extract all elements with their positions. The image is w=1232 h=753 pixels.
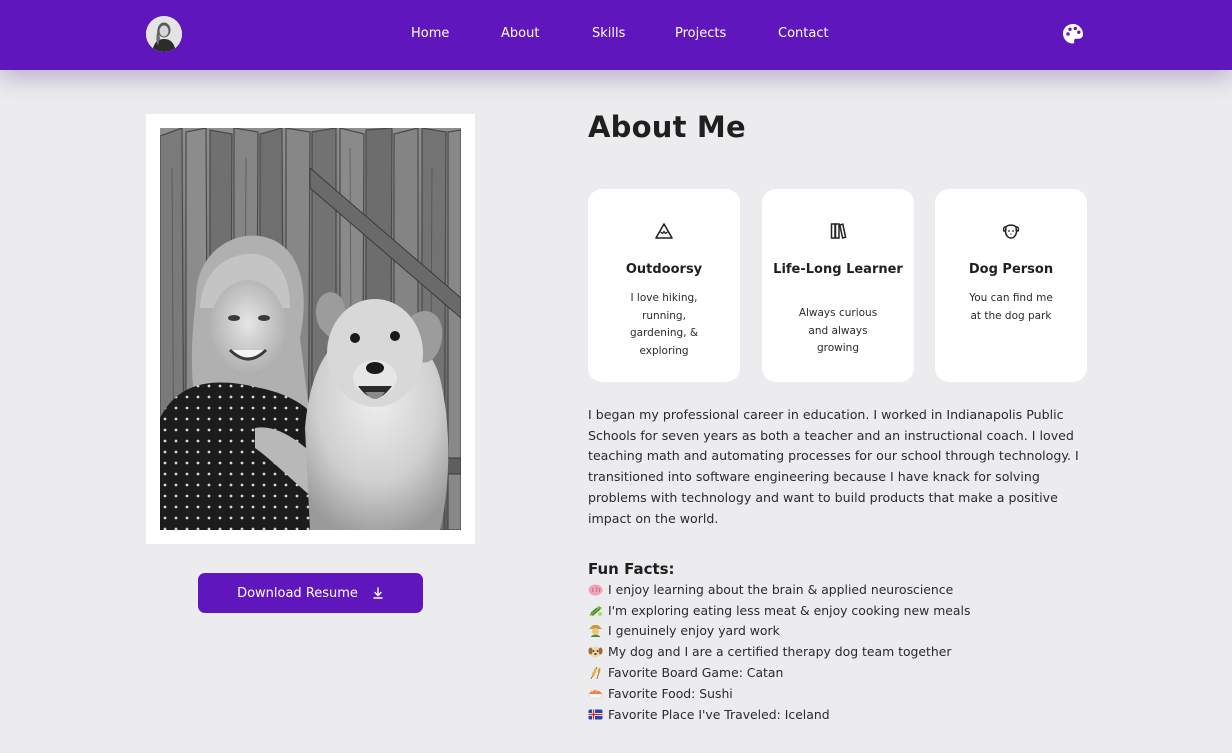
fun-fact-text: I genuinely enjoy yard work <box>608 623 780 639</box>
books-icon <box>830 223 847 239</box>
fun-fact-text: My dog and I are a certified therapy dog… <box>608 644 952 660</box>
fun-fact-item: Favorite Food: Sushi <box>588 683 1108 704</box>
mountain-icon <box>655 223 673 239</box>
dog-person-card: Dog Person You can find me at the dog pa… <box>935 189 1087 382</box>
fun-fact-text: I'm exploring eating less meat & enjoy c… <box>608 602 971 618</box>
card-title: Outdoorsy <box>625 262 703 277</box>
fun-fact-item: Favorite Board Game: Catan <box>588 662 1108 683</box>
fun-fact-item: I genuinely enjoy yard work <box>588 621 1108 642</box>
nav-skills-link[interactable]: Skills <box>592 26 625 41</box>
card-title: Dog Person <box>968 262 1054 277</box>
nav-projects-link[interactable]: Projects <box>675 26 726 41</box>
outdoorsy-card: Outdoorsy I love hiking, running, garden… <box>588 189 740 382</box>
profile-photo <box>160 128 461 530</box>
main-nav: Home About Skills Projects Contact <box>0 0 1232 70</box>
fun-fact-item: I enjoy learning about the brain & appli… <box>588 579 1108 600</box>
download-icon <box>373 587 383 599</box>
sushi-emoji <box>588 687 603 700</box>
brain-emoji <box>588 583 603 596</box>
farmer-emoji <box>588 624 603 638</box>
palette-icon[interactable] <box>1061 22 1085 46</box>
about-title: About Me <box>588 110 746 144</box>
fun-fact-item: Favorite Place I've Traveled: Iceland <box>588 704 1108 725</box>
fun-fact-text: Favorite Place I've Traveled: Iceland <box>608 706 830 722</box>
top-navbar: Home About Skills Projects Contact <box>0 0 1232 70</box>
dog-face-emoji <box>588 645 603 658</box>
fun-fact-text: Favorite Board Game: Catan <box>608 665 784 681</box>
bio-paragraph: I began my professional career in educat… <box>588 407 1079 526</box>
card-title: Life-Long Learner <box>773 262 903 277</box>
card-text: Always curious and always growing <box>798 307 878 354</box>
fun-fact-item: I'm exploring eating less meat & enjoy c… <box>588 600 1108 621</box>
fun-facts-title: Fun Facts: <box>588 560 675 578</box>
fun-facts-list: I enjoy learning about the brain & appli… <box>588 579 1108 725</box>
download-resume-label: Download Resume <box>237 585 358 601</box>
nav-contact-link[interactable]: Contact <box>778 26 829 41</box>
card-text: You can find me at the dog park <box>969 292 1053 322</box>
dog-icon <box>1002 224 1020 239</box>
download-resume-button[interactable]: Download Resume <box>198 573 423 613</box>
nav-home-link[interactable]: Home <box>411 26 449 41</box>
fun-fact-text: I enjoy learning about the brain & appli… <box>608 581 954 597</box>
profile-photo-frame <box>146 114 475 544</box>
iceland-flag-emoji <box>588 708 603 721</box>
nav-about-link[interactable]: About <box>501 26 539 41</box>
salad-emoji <box>588 604 603 617</box>
fun-fact-text: Favorite Food: Sushi <box>608 685 733 701</box>
learner-card: Life-Long Learner Always curious and alw… <box>762 189 914 382</box>
wheat-emoji <box>588 666 603 680</box>
fun-fact-item: My dog and I are a certified therapy dog… <box>588 641 1108 662</box>
card-text: I love hiking, running, gardening, & exp… <box>629 292 699 357</box>
